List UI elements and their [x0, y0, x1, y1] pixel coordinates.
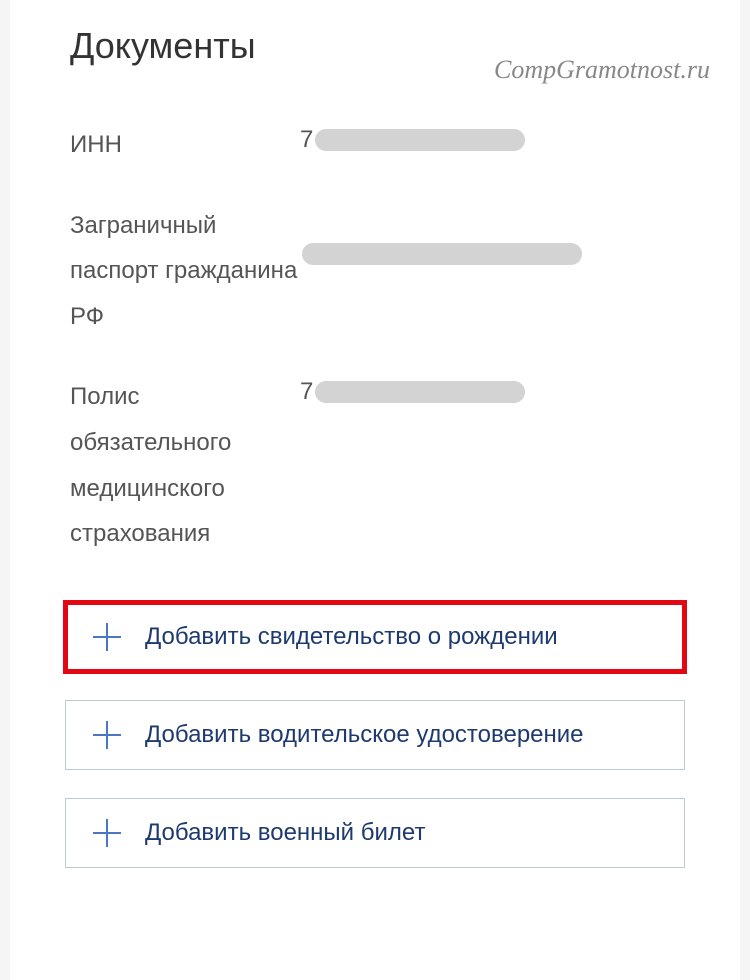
- plus-icon: [91, 817, 123, 849]
- redacted-value: [315, 129, 525, 151]
- document-value: [300, 203, 685, 265]
- document-label: ИНН: [70, 122, 300, 168]
- add-military-id-button[interactable]: Добавить военный билет: [65, 798, 685, 868]
- add-driver-license-button[interactable]: Добавить водительское удостоверение: [65, 700, 685, 770]
- plus-icon: [91, 621, 123, 653]
- value-prefix: 7: [300, 126, 313, 154]
- button-label: Добавить водительское удостоверение: [145, 721, 584, 749]
- document-value: 7: [300, 374, 685, 406]
- document-row-passport: Заграничный паспорт гражданина РФ: [70, 203, 685, 340]
- redacted-value: [302, 243, 582, 265]
- document-label: Заграничный паспорт гражданина РФ: [70, 203, 300, 340]
- redacted-value: [315, 381, 525, 403]
- documents-panel: Документы CompGramotnost.ru ИНН 7 Загран…: [10, 0, 740, 980]
- watermark-text: CompGramotnost.ru: [494, 55, 710, 85]
- button-label: Добавить военный билет: [145, 819, 425, 847]
- document-row-inn: ИНН 7: [70, 122, 685, 168]
- button-label: Добавить свидетельство о рождении: [145, 623, 558, 651]
- add-birth-certificate-button[interactable]: Добавить свидетельство о рождении: [65, 602, 685, 672]
- document-row-oms: Полис обязательного медицинского страхов…: [70, 374, 685, 556]
- documents-list: ИНН 7 Заграничный паспорт гражданина РФ …: [10, 67, 740, 557]
- document-label: Полис обязательного медицинского страхов…: [70, 374, 300, 556]
- plus-icon: [91, 719, 123, 751]
- add-buttons-section: Добавить свидетельство о рождении Добави…: [10, 592, 740, 868]
- value-prefix: 7: [300, 378, 313, 406]
- document-value: 7: [300, 122, 685, 154]
